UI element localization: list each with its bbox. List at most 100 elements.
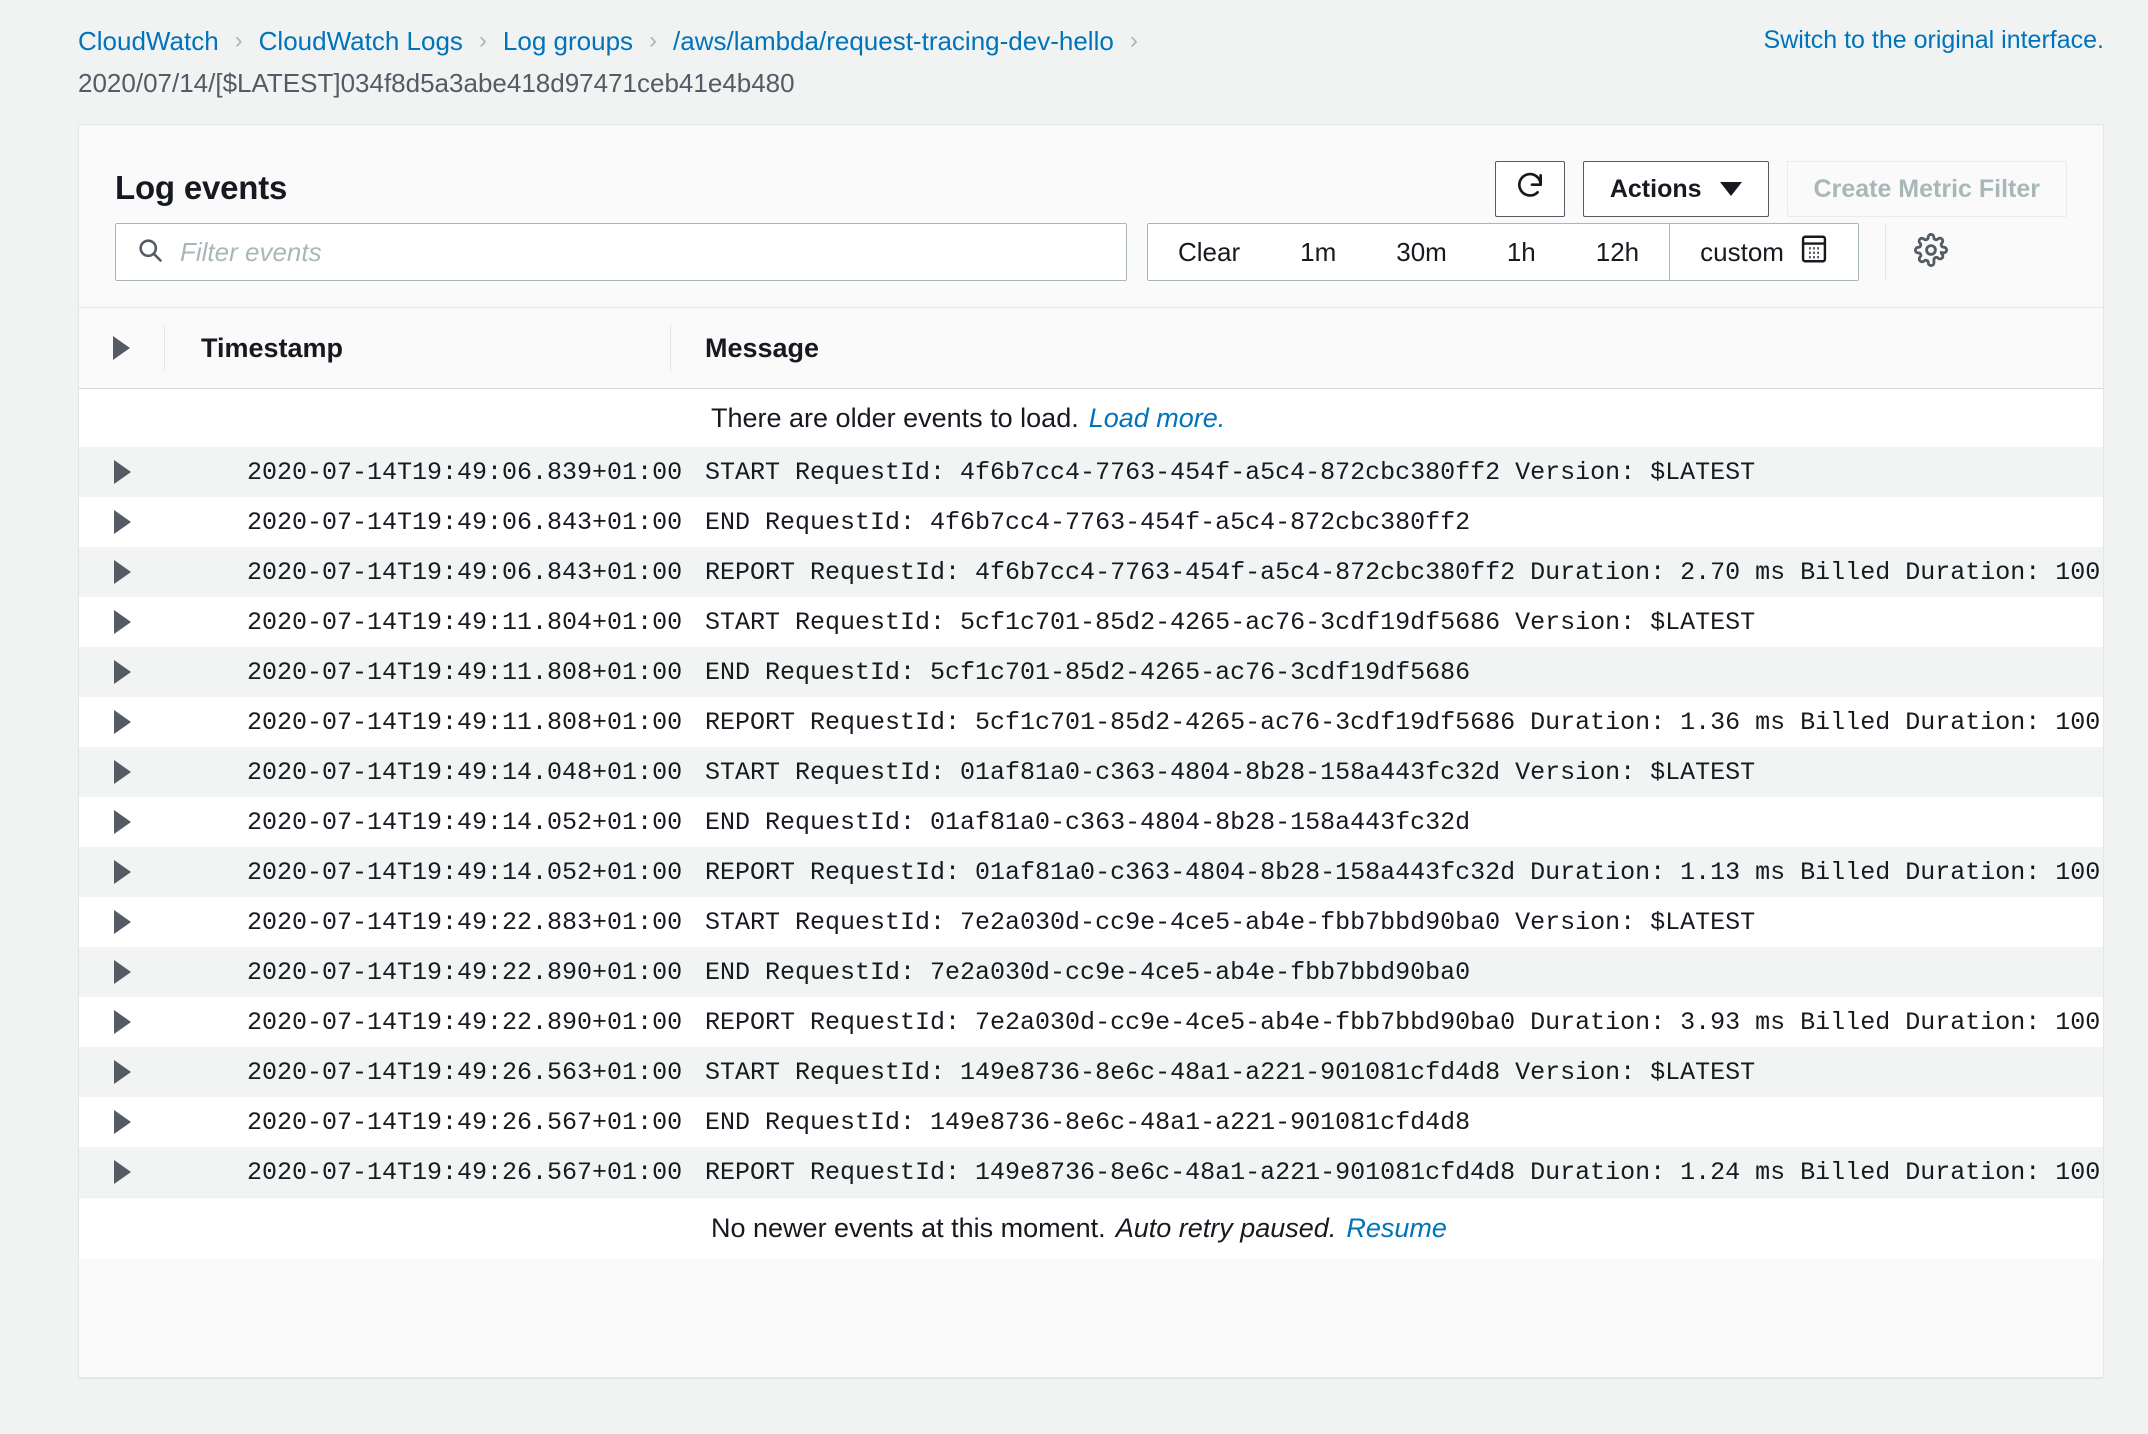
row-expand-toggle[interactable] [79,560,165,584]
breadcrumb-item-1[interactable]: CloudWatch Logs [259,28,463,54]
chevron-right-icon [113,560,131,584]
time-range-1m[interactable]: 1m [1270,224,1367,280]
column-header-message[interactable]: Message [671,325,819,371]
table-row[interactable]: 2020-07-14T19:49:22.883+01:00 START Reque… [79,897,2103,947]
table-row[interactable]: 2020-07-14T19:49:26.563+01:00 START Reque… [79,1047,2103,1097]
row-expand-toggle[interactable] [79,910,165,934]
create-metric-filter-button[interactable]: Create Metric Filter [1786,161,2067,217]
refresh-icon [1514,170,1546,209]
no-newer-events-row: No newer events at this moment. Auto ret… [79,1197,2103,1259]
header-actions: Actions Create Metric Filter [1494,161,2067,217]
cell-timestamp: 2020-07-14T19:49:11.808+01:00 [247,707,683,737]
cell-timestamp: 2020-07-14T19:49:22.890+01:00 [247,1007,683,1037]
table-row[interactable]: 2020-07-14T19:49:11.808+01:00 REPORT Requ… [79,697,2103,747]
cell-message: START RequestId: 4f6b7cc4-7763-454f-a5c4… [705,457,1756,487]
breadcrumb: CloudWatch › CloudWatch Logs › Log groups › /a… [78,28,1478,54]
breadcrumb-separator-icon: › [1129,27,1138,54]
breadcrumb-separator-icon: › [649,27,658,54]
table-row[interactable]: 2020-07-14T19:49:06.839+01:00 START Reque… [79,447,2103,497]
table-row[interactable]: 2020-07-14T19:49:22.890+01:00 END Request… [79,947,2103,997]
row-expand-toggle[interactable] [79,710,165,734]
time-range-1h[interactable]: 1h [1476,224,1566,280]
cell-timestamp: 2020-07-14T19:49:14.048+01:00 [247,757,683,787]
cell-timestamp: 2020-07-14T19:49:22.890+01:00 [247,957,683,987]
row-expand-toggle[interactable] [79,510,165,534]
filter-events-box[interactable] [115,223,1127,281]
cell-message: END RequestId: 149e8736-8e6c-48a1-a221-9… [705,1107,1471,1137]
calendar-icon [1800,234,1828,271]
switch-to-original-interface-link[interactable]: Switch to the original interface. [1764,26,2104,55]
cell-message: REPORT RequestId: 5cf1c701-85d2-4265-ac7… [705,707,2103,737]
chevron-right-icon [113,510,131,534]
table-row[interactable]: 2020-07-14T19:49:14.052+01:00 END Request… [79,797,2103,847]
row-expand-toggle[interactable] [79,760,165,784]
search-input[interactable] [164,224,1126,280]
row-expand-toggle[interactable] [79,660,165,684]
table-row[interactable]: 2020-07-14T19:49:14.052+01:00 REPORT Requ… [79,847,2103,897]
time-range-custom[interactable]: custom [1669,224,1858,280]
row-expand-toggle[interactable] [79,1110,165,1134]
table-header-row: Timestamp Message [79,307,2103,389]
cell-timestamp: 2020-07-14T19:49:06.839+01:00 [247,457,683,487]
chevron-right-icon [113,1160,131,1184]
cell-message: REPORT RequestId: 4f6b7cc4-7763-454f-a5c… [705,557,2103,587]
table-row[interactable]: 2020-07-14T19:49:26.567+01:00 REPORT Requ… [79,1147,2103,1197]
chevron-right-icon [113,460,131,484]
table-row[interactable]: 2020-07-14T19:49:26.567+01:00 END Request… [79,1097,2103,1147]
time-range-30m[interactable]: 30m [1366,224,1477,280]
log-events-card: Log events Actions Create Metric Filter [78,124,2104,1378]
row-expand-toggle[interactable] [79,610,165,634]
cell-message: START RequestId: 5cf1c701-85d2-4265-ac76… [705,607,1756,637]
row-expand-toggle[interactable] [79,1160,165,1184]
table-row[interactable]: 2020-07-14T19:49:06.843+01:00 REPORT Requ… [79,547,2103,597]
chevron-right-icon [113,710,131,734]
chevron-right-icon [113,336,130,360]
column-header-timestamp[interactable]: Timestamp [165,325,671,371]
card-header: Log events Actions Create Metric Filter [79,125,2103,223]
table-row[interactable]: 2020-07-14T19:49:22.890+01:00 REPORT Requ… [79,997,2103,1047]
breadcrumb-item-3[interactable]: /aws/lambda/request-tracing-dev-hello [673,28,1114,54]
cell-timestamp: 2020-07-14T19:49:14.052+01:00 [247,857,683,887]
filter-toolbar: Clear1m30m1h12h custom [79,223,2103,307]
table-row[interactable]: 2020-07-14T19:49:11.804+01:00 START Reque… [79,597,2103,647]
expand-all-toggle[interactable] [79,325,165,371]
no-newer-events-text: No newer events at this moment. [711,1213,1106,1243]
search-icon [136,236,164,269]
cell-timestamp: 2020-07-14T19:49:06.843+01:00 [247,557,683,587]
cell-timestamp: 2020-07-14T19:49:11.808+01:00 [247,657,683,687]
table-body: 2020-07-14T19:49:06.839+01:00 START Reque… [79,447,2103,1197]
chevron-right-icon [113,910,131,934]
table-row[interactable]: 2020-07-14T19:49:11.808+01:00 END Request… [79,647,2103,697]
table-row[interactable]: 2020-07-14T19:49:06.843+01:00 END Request… [79,497,2103,547]
cell-timestamp: 2020-07-14T19:49:14.052+01:00 [247,807,683,837]
time-range-clear[interactable]: Clear [1148,224,1271,280]
table-row[interactable]: 2020-07-14T19:49:14.048+01:00 START Reque… [79,747,2103,797]
chevron-right-icon [113,1060,131,1084]
time-range-group: Clear 1m 30m 1h 12h custom [1147,223,1859,281]
cell-timestamp: 2020-07-14T19:49:11.804+01:00 [247,607,683,637]
time-range-12h[interactable]: 12h [1565,224,1670,280]
chevron-right-icon [113,1110,131,1134]
cell-message: START RequestId: 7e2a030d-cc9e-4ce5-ab4e… [705,907,1756,937]
row-expand-toggle[interactable] [79,960,165,984]
row-expand-toggle[interactable] [79,810,165,834]
row-expand-toggle[interactable] [79,1060,165,1084]
chevron-right-icon [113,860,131,884]
row-expand-toggle[interactable] [79,1010,165,1034]
refresh-button[interactable] [1494,161,1565,217]
resume-link[interactable]: Resume [1346,1213,1447,1244]
chevron-right-icon [113,610,131,634]
cell-message: END RequestId: 4f6b7cc4-7763-454f-a5c4-8… [705,507,1471,537]
breadcrumb-item-2[interactable]: Log groups [503,28,633,54]
cell-timestamp: 2020-07-14T19:49:22.883+01:00 [247,907,683,937]
cell-message: END RequestId: 7e2a030d-cc9e-4ce5-ab4e-f… [705,957,1471,987]
row-expand-toggle[interactable] [79,860,165,884]
settings-button[interactable] [1884,223,1948,281]
row-expand-toggle[interactable] [79,460,165,484]
time-range-custom-label: custom [1700,236,1784,267]
actions-button[interactable]: Actions [1582,161,1769,217]
breadcrumb-bar: CloudWatch › CloudWatch Logs › Log groups › /a… [0,0,2148,124]
load-more-link[interactable]: Load more. [1089,403,1226,434]
cell-timestamp: 2020-07-14T19:49:26.567+01:00 [247,1157,683,1187]
breadcrumb-item-0[interactable]: CloudWatch [78,28,219,54]
